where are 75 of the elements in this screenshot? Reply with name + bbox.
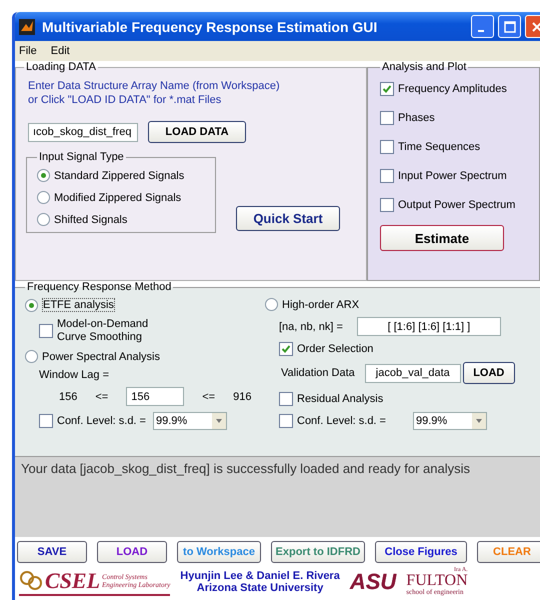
operator-text: <= xyxy=(95,390,108,402)
instruction-text: or Click "LOAD ID DATA" for *.mat Files xyxy=(28,93,222,107)
status-message: Your data [jacob_skog_dist_freq] is successfully loaded and ready for analysis xyxy=(21,461,470,476)
option-label: Residual Analysis xyxy=(297,393,384,405)
option-label: Conf. Level: s.d. = xyxy=(297,415,386,427)
checkbox[interactable] xyxy=(380,198,394,212)
data-name-field[interactable]: ıcob_skog_dist_freq xyxy=(28,122,138,142)
option-label: High-order ARX xyxy=(282,298,360,310)
option-label: Modified Zippered Signals xyxy=(54,192,182,204)
panel-title: Analysis and Plot xyxy=(381,61,468,73)
option-label: Standard Zippered Signals xyxy=(54,170,184,182)
checkbox[interactable] xyxy=(39,324,53,338)
load-button[interactable]: LOAD xyxy=(462,362,515,384)
radio-button[interactable] xyxy=(25,298,38,312)
panel-title: Frequency Response Method xyxy=(26,281,172,293)
option-label: Time Sequences xyxy=(398,141,480,153)
option-label: Order Selection xyxy=(297,343,374,355)
panel-title: Input Signal Type xyxy=(38,151,125,163)
checkbox[interactable] xyxy=(39,414,53,428)
credit-text: Arizona State University xyxy=(196,582,324,594)
window-title: Multivariable Frequency Response Estimation GUI xyxy=(42,18,378,34)
panel-title: Loading DATA xyxy=(25,61,97,73)
option-label: Input Power Spectrum xyxy=(398,170,507,182)
logo-text: FULTON xyxy=(406,573,468,589)
caret-icon xyxy=(216,419,222,423)
caret-icon xyxy=(476,419,482,423)
minimize-button[interactable] xyxy=(471,15,494,38)
dropdown[interactable]: 99.9% xyxy=(412,412,487,430)
logo-text: CSEL xyxy=(45,568,100,594)
operator-text: <= xyxy=(202,390,216,402)
max-value: 916 xyxy=(233,390,252,402)
option-label: Power Spectral Analysis xyxy=(42,350,160,362)
action-button[interactable]: Close Figures xyxy=(375,541,467,563)
radio-button[interactable] xyxy=(265,298,278,311)
maximize-button[interactable] xyxy=(498,15,521,38)
close-icon xyxy=(532,22,540,32)
radio-button[interactable] xyxy=(37,169,50,182)
radio-button[interactable] xyxy=(37,213,50,226)
action-button[interactable]: LOAD xyxy=(97,541,167,563)
app-icon xyxy=(19,18,35,34)
maximize-icon xyxy=(504,20,516,32)
action-button[interactable]: Export to IDFRD xyxy=(271,541,365,563)
option-label: Phases xyxy=(398,112,435,124)
validation-data-field[interactable]: jacob_val_data xyxy=(364,364,461,382)
option-label: ETFE analysis xyxy=(42,298,115,312)
checkbox[interactable] xyxy=(380,111,394,125)
action-button[interactable]: SAVE xyxy=(17,541,87,563)
option-label: Output Power Spectrum xyxy=(398,199,516,211)
option-label: Model-on-Demand Curve Smoothing xyxy=(57,318,150,344)
orders-field[interactable]: [ [1:6] [1:6] [1:1] ] xyxy=(356,317,501,336)
option-label: Conf. Level: s.d. = xyxy=(57,415,146,427)
option-label: Frequency Amplitudes xyxy=(398,83,507,95)
option-label: Shifted Signals xyxy=(54,214,128,226)
window-lag-label: Window Lag = xyxy=(39,369,110,381)
checkbox[interactable] xyxy=(279,342,293,356)
radio-button[interactable] xyxy=(37,191,50,204)
menu-item[interactable]: Edit xyxy=(50,45,70,57)
radio-button[interactable] xyxy=(25,350,38,363)
orders-label: [na, nb, nk] = xyxy=(279,320,343,332)
checkbox[interactable] xyxy=(279,392,293,406)
quick-start-button[interactable]: Quick Start xyxy=(236,206,340,231)
checkbox[interactable] xyxy=(380,82,394,96)
minimize-icon xyxy=(478,30,484,32)
checkbox[interactable] xyxy=(380,140,394,154)
dropdown[interactable]: 99.9% xyxy=(152,412,227,430)
instruction-text: Enter Data Structure Array Name (from Workspace) xyxy=(28,79,281,93)
min-value: 156 xyxy=(59,390,78,402)
window-lag-field[interactable]: 156 xyxy=(126,387,184,406)
validation-label: Validation Data xyxy=(281,367,355,379)
checkbox[interactable] xyxy=(380,169,394,183)
credit-text: Hyunjin Lee & Daniel E. Rivera xyxy=(180,570,340,582)
menu-item[interactable]: File xyxy=(19,45,37,57)
checkbox[interactable] xyxy=(279,414,293,428)
estimate-button[interactable]: Estimate xyxy=(380,225,504,251)
load-data-button[interactable]: LOAD DATA xyxy=(148,121,246,143)
